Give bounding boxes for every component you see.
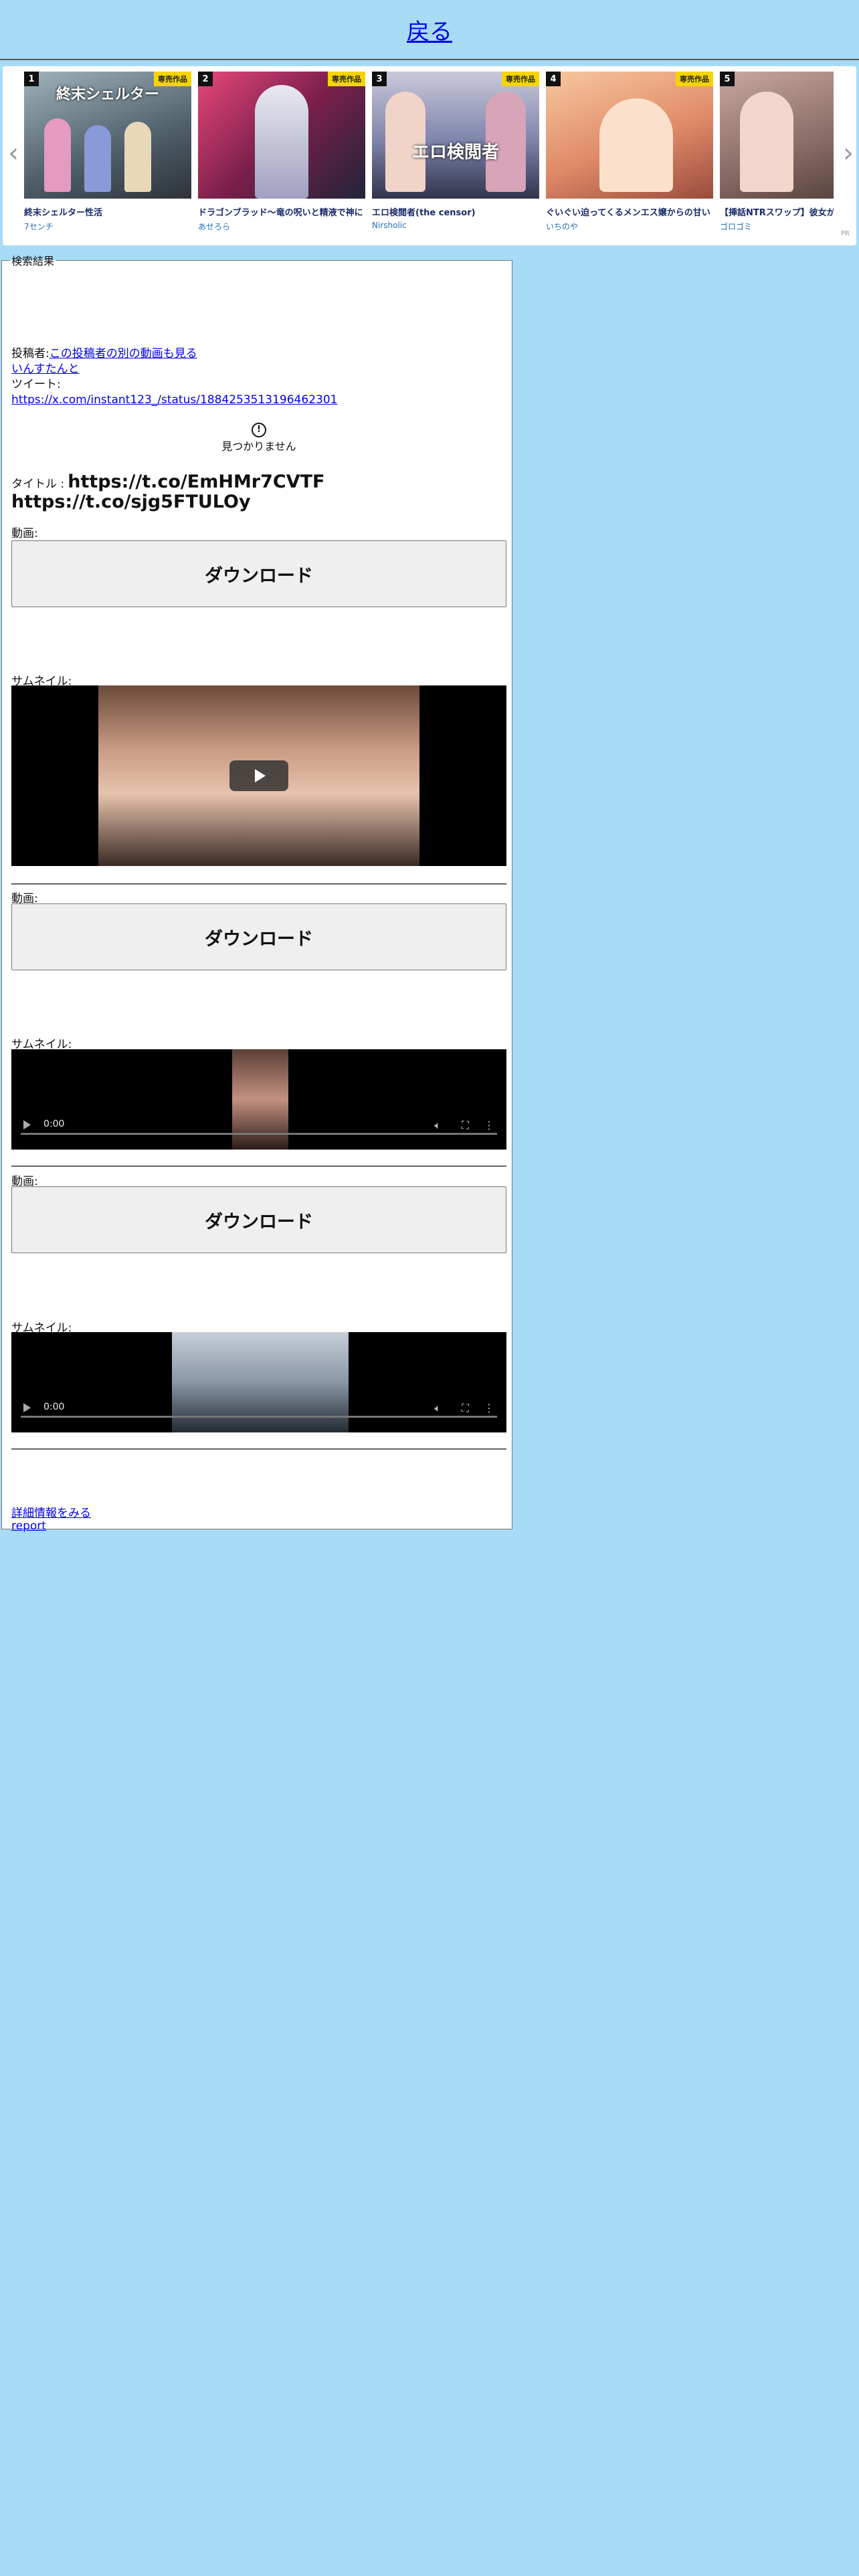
rank-badge: 4 [546, 72, 561, 86]
card-author[interactable]: ゴロゴミ [720, 221, 834, 232]
title-label: タイトル : [11, 477, 65, 491]
card-thumbnail[interactable]: 4 専売作品 [546, 72, 713, 199]
divider [11, 883, 506, 885]
carousel-card[interactable]: 終末シェルター 1 専売作品 終末シェルター性活 7センチ [24, 72, 191, 232]
volume-icon[interactable]: 🔈︎ [434, 1119, 441, 1132]
report-line: report [11, 1519, 506, 1534]
poster-name-line: いんすたんと [11, 362, 506, 377]
rank-badge: 1 [24, 72, 39, 86]
download-button[interactable]: ダウンロード [11, 540, 506, 607]
exclusive-badge: 専売作品 [154, 72, 191, 86]
thumb-figure [44, 118, 71, 192]
search-result-panel: 検索結果 投稿者:この投稿者の別の動画も見る いんすたんと ツイート: http… [1, 252, 512, 1533]
title-line: タイトル : https://t.co/EmHMr7CVTF https://t… [11, 472, 506, 512]
poster-line: 投稿者:この投稿者の別の動画も見る [11, 346, 506, 362]
carousel-track: 終末シェルター 1 専売作品 終末シェルター性活 7センチ 2 専売作品 ドラゴ… [24, 72, 834, 239]
poster-label: 投稿者: [11, 347, 50, 360]
carousel-prev-icon[interactable]: ‹ [8, 140, 19, 167]
video-time: 0:00 [43, 1402, 65, 1412]
header: 戻る [0, 0, 859, 60]
tweet-url-link[interactable]: https://x.com/instant123_/status/1884253… [11, 393, 337, 407]
carousel-card[interactable]: 4 専売作品 ぐいぐい迫ってくるメンエス嬢からの甘い いちのや [546, 72, 713, 232]
info-icon: ! [252, 423, 266, 437]
thumb-title: エロ検閲者 [411, 142, 499, 163]
video-player[interactable]: 0:00 🔈︎ ⛶ ⋮ [11, 1049, 506, 1150]
card-author[interactable]: 7センチ [24, 221, 191, 232]
fullscreen-icon[interactable]: ⛶ [462, 1402, 469, 1415]
thumb-figure [84, 125, 111, 192]
video-label: 動画: [11, 527, 38, 540]
video-controls: 0:00 🔈︎ ⛶ ⋮ [11, 1386, 506, 1432]
carousel-card[interactable]: 2 専売作品 ドラゴンブラッド〜竜の呪いと精液で神に あせろら [198, 72, 365, 232]
report-link[interactable]: report [11, 1519, 46, 1533]
card-thumbnail[interactable]: 5 [720, 72, 834, 199]
volume-icon[interactable]: 🔈︎ [434, 1402, 441, 1415]
pr-label: PR [841, 230, 850, 237]
card-title[interactable]: 終末シェルター性活 [24, 205, 191, 218]
carousel-next-icon[interactable]: › [843, 140, 854, 167]
back-link[interactable]: 戻る [407, 13, 452, 46]
video-player[interactable] [11, 685, 506, 866]
card-author[interactable]: Nirsholic [372, 221, 539, 230]
tweet-label: ツイート: [11, 378, 61, 391]
not-found-text: 見つかりません [221, 440, 296, 453]
play-icon[interactable] [23, 1120, 31, 1130]
carousel-card[interactable]: エロ検閲者 3 専売作品 エロ検閲者(the censor) Nirsholic [372, 72, 539, 230]
exclusive-badge: 専売作品 [502, 72, 539, 86]
seek-bar[interactable] [21, 1133, 497, 1135]
download-button[interactable]: ダウンロード [11, 903, 506, 970]
not-found-notice: ! 見つかりません [11, 422, 506, 453]
result-legend: 検索結果 [11, 255, 55, 267]
tweet-url-line: https://x.com/instant123_/status/1884253… [11, 393, 506, 408]
video-player[interactable]: 0:00 🔈︎ ⛶ ⋮ [11, 1332, 506, 1432]
divider [11, 1448, 506, 1450]
card-author[interactable]: あせろら [198, 221, 365, 232]
video-controls: 0:00 🔈︎ ⛶ ⋮ [11, 1103, 506, 1150]
more-info-link[interactable]: 詳細情報をみる [11, 1507, 91, 1520]
more-options-icon[interactable]: ⋮ [484, 1119, 494, 1132]
thumb-figure [124, 122, 151, 192]
carousel-card[interactable]: 5 【挿話NTRスワップ】彼女が ゴロゴミ [720, 72, 834, 232]
fullscreen-icon[interactable]: ⛶ [462, 1119, 469, 1132]
download-button[interactable]: ダウンロード [11, 1186, 506, 1253]
play-button-icon[interactable] [229, 760, 288, 791]
exclusive-badge: 専売作品 [328, 72, 365, 86]
card-thumbnail[interactable]: 2 専売作品 [198, 72, 365, 199]
thumb-figure [255, 85, 308, 199]
card-title[interactable]: 【挿話NTRスワップ】彼女が [720, 205, 834, 218]
exclusive-badge: 専売作品 [676, 72, 713, 86]
card-thumbnail[interactable]: エロ検閲者 3 専売作品 [372, 72, 539, 199]
seek-bar[interactable] [21, 1416, 497, 1418]
video-time: 0:00 [43, 1119, 65, 1130]
promo-carousel: ‹ 終末シェルター 1 専売作品 終末シェルター性活 7センチ 2 専売作品 ド… [3, 66, 856, 245]
card-title[interactable]: ぐいぐい迫ってくるメンエス嬢からの甘い [546, 205, 713, 218]
card-thumbnail[interactable]: 終末シェルター 1 専売作品 [24, 72, 191, 199]
poster-other-videos-link[interactable]: この投稿者の別の動画も見る [50, 347, 197, 360]
poster-name-link[interactable]: いんすたんと [11, 362, 80, 376]
play-icon[interactable] [23, 1403, 31, 1412]
thumb-figure [599, 98, 673, 192]
card-title[interactable]: ドラゴンブラッド〜竜の呪いと精液で神に [198, 205, 365, 218]
rank-badge: 2 [198, 72, 213, 86]
card-author[interactable]: いちのや [546, 221, 713, 232]
rank-badge: 5 [720, 72, 735, 86]
rank-badge: 3 [372, 72, 387, 86]
card-title[interactable]: エロ検閲者(the censor) [372, 205, 539, 218]
more-options-icon[interactable]: ⋮ [484, 1402, 494, 1414]
thumb-figure [740, 92, 793, 192]
divider [11, 1166, 506, 1167]
